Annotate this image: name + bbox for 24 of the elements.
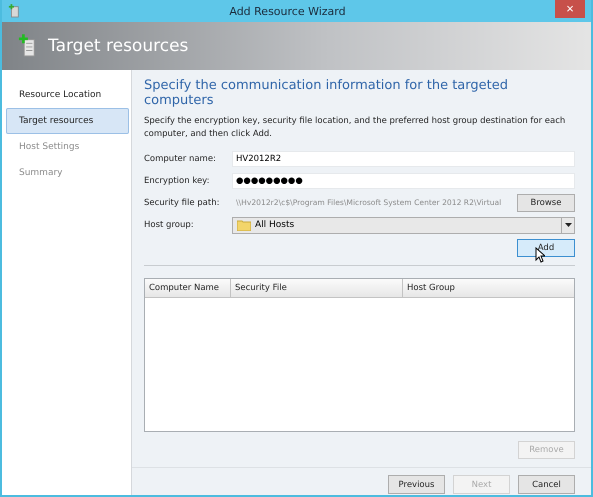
column-header[interactable]: Security File: [231, 279, 403, 297]
server-add-icon: [18, 34, 36, 58]
input-field[interactable]: ●●●●●●●●●: [232, 173, 575, 189]
server-icon: [8, 4, 20, 18]
wizard-button[interactable]: Cancel: [518, 475, 575, 494]
step-item[interactable]: Target resources: [6, 108, 129, 134]
input-field[interactable]: HV2012R2: [232, 151, 575, 167]
host-group-dropdown[interactable]: All Hosts: [232, 216, 575, 234]
step-item[interactable]: Resource Location: [6, 82, 129, 108]
add-button[interactable]: Add: [517, 239, 575, 257]
close-button[interactable]: ×: [555, 0, 585, 18]
column-header[interactable]: Host Group: [403, 279, 574, 297]
field-label: Computer name:: [144, 154, 217, 164]
section-heading: Specify the communication information for the targeted computers: [144, 78, 509, 108]
field-label: Host group:: [144, 220, 195, 230]
dropdown-arrow-icon: [564, 223, 572, 227]
folder-icon: [237, 219, 251, 231]
page-title: Target resources: [48, 36, 188, 56]
column-header[interactable]: Computer Name: [145, 279, 231, 297]
field-label: Encryption key:: [144, 176, 210, 186]
field-label: Security file path:: [144, 198, 220, 208]
description-text: Specify the encryption key, security file location, and the preferred host group destination for each computer, and then click Add.: [144, 115, 566, 141]
window-title: Add Resource Wizard: [228, 4, 347, 18]
wizard-button[interactable]: Previous: [388, 475, 445, 494]
